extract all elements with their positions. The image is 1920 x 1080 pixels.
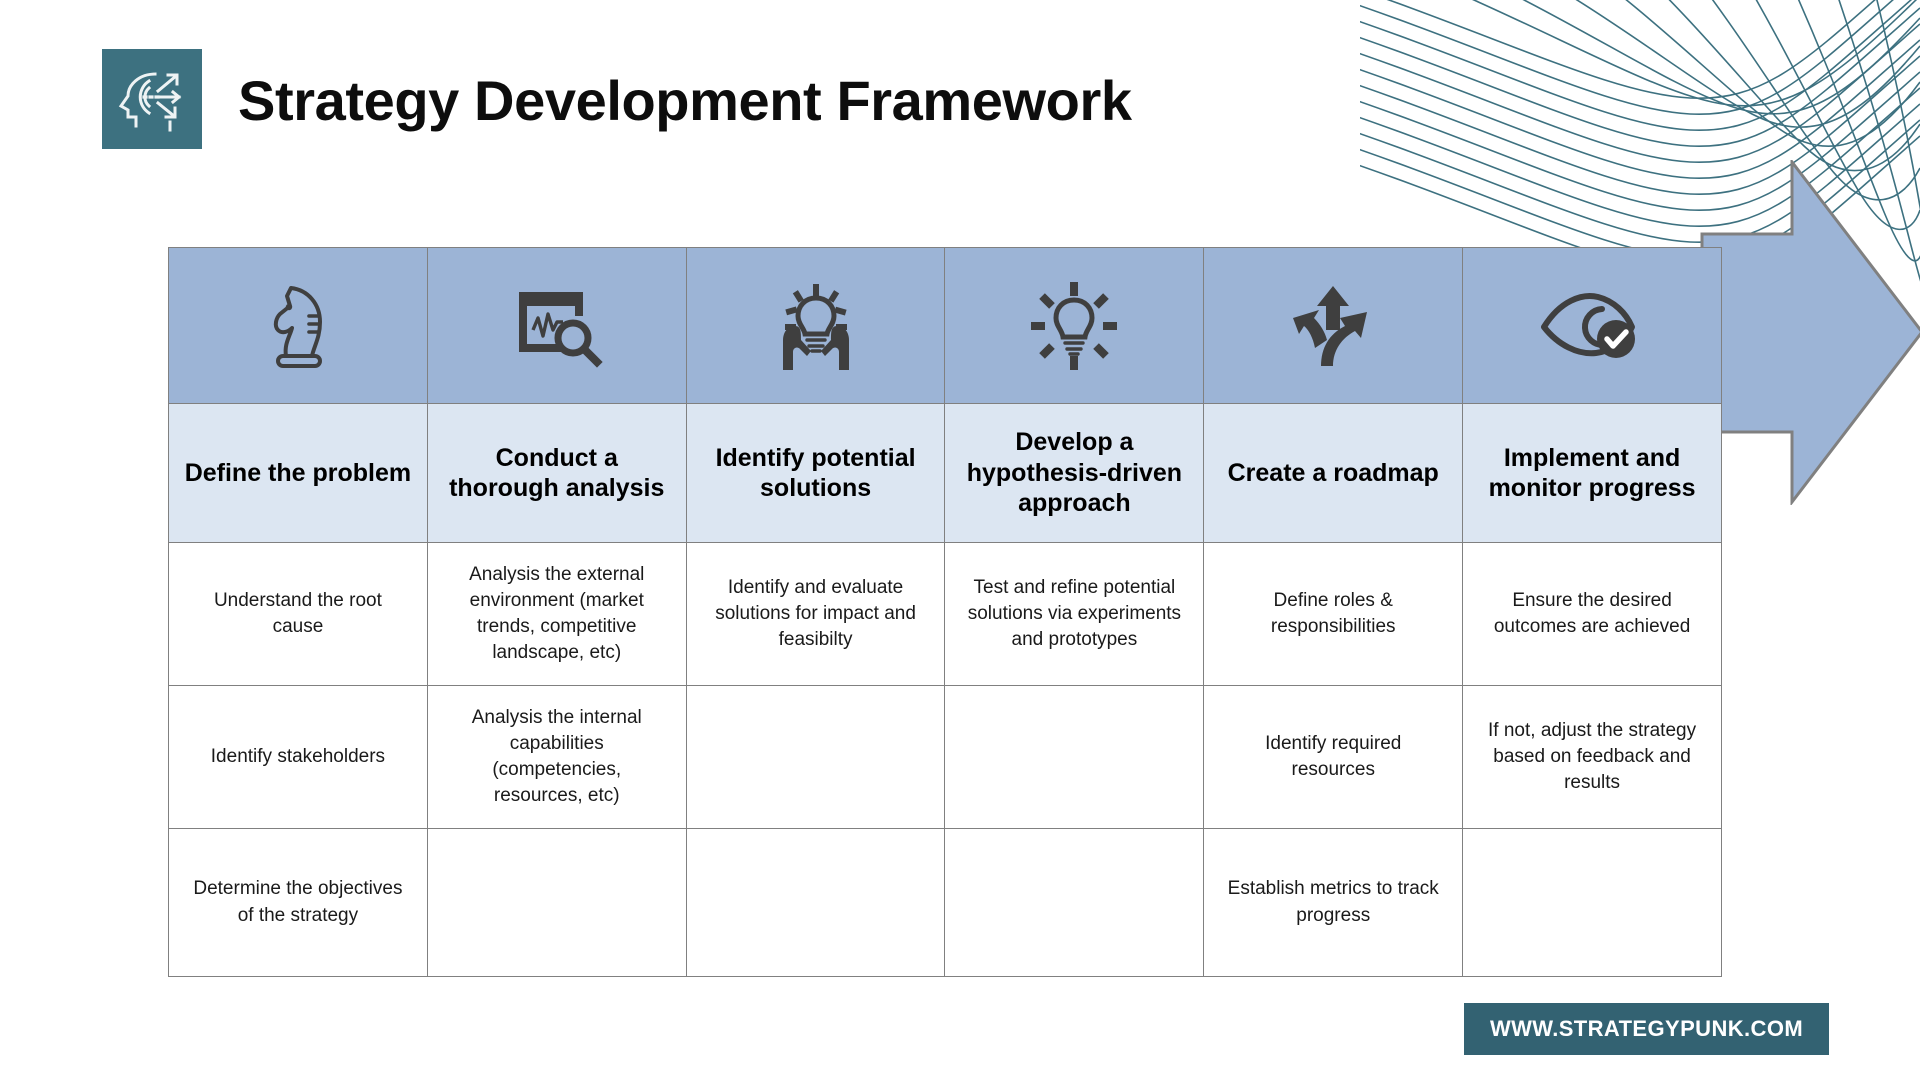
cell-c3-r2 <box>685 685 946 829</box>
column-header-6: Implement and monitor progress <box>1462 403 1722 543</box>
page-header: Strategy Development Framework <box>0 0 1400 190</box>
cell-c1-r2: Identify stakeholders <box>168 685 428 829</box>
column-header-4: Develop a hypothesis-driven approach <box>944 403 1205 543</box>
cell-c4-r3 <box>944 828 1205 977</box>
cell-c4-r2 <box>944 685 1205 829</box>
icon-cell-conduct-a-thorough-analysis <box>426 247 687 404</box>
lightbulb-rays-icon <box>1031 281 1118 370</box>
cell-c6-r2: If not, adjust the strategy based on fee… <box>1462 685 1722 829</box>
cell-c3-r3 <box>685 828 946 977</box>
cell-c1-r3: Determine the objectives of the strategy <box>168 828 428 977</box>
table-row: Determine the objectives of the strategy… <box>168 828 1722 977</box>
icon-cell-create-a-roadmap <box>1203 247 1464 404</box>
three-way-arrows-icon <box>1293 285 1368 366</box>
table-row: Understand the root cause Analysis the e… <box>168 542 1722 686</box>
header-row: Define the problem Conduct a thorough an… <box>168 403 1722 543</box>
column-header-5: Create a roadmap <box>1203 403 1464 543</box>
chess-knight-icon <box>273 285 322 368</box>
right-arrow-shape <box>1700 160 1920 505</box>
cell-c3-r1: Identify and evaluate solutions for impa… <box>685 542 946 686</box>
logo-tile <box>102 49 202 149</box>
chart-magnifier-icon <box>518 291 603 368</box>
icon-cell-implement-and-monitor-progress <box>1462 247 1722 404</box>
eye-check-icon <box>1541 292 1636 358</box>
cell-c2-r2: Analysis the internal capabilities (comp… <box>426 685 687 829</box>
cell-c5-r2: Identify required resources <box>1203 685 1464 829</box>
hands-lightbulb-icon <box>782 283 849 370</box>
column-header-2: Conduct a thorough analysis <box>426 403 687 543</box>
column-header-1: Define the problem <box>168 403 428 543</box>
icon-cell-develop-a-hypothesis-driven-approach <box>944 247 1205 404</box>
cell-c2-r1: Analysis the external environment (marke… <box>426 542 687 686</box>
icon-cell-define-the-problem <box>168 247 428 404</box>
cell-c2-r3 <box>426 828 687 977</box>
cell-c5-r1: Define roles & responsibilities <box>1203 542 1464 686</box>
cell-c6-r3 <box>1462 828 1722 977</box>
cell-c4-r1: Test and refine potential solutions via … <box>944 542 1205 686</box>
column-header-3: Identify potential solutions <box>685 403 946 543</box>
cell-c6-r1: Ensure the desired outcomes are achieved <box>1462 542 1722 686</box>
icon-cell-identify-potential-solutions <box>685 247 946 404</box>
table-row: Identify stakeholders Analysis the inter… <box>168 685 1722 829</box>
framework-table: Define the problem Conduct a thorough an… <box>168 247 1722 977</box>
website-badge[interactable]: WWW.STRATEGYPUNK.COM <box>1464 1003 1829 1055</box>
cell-c1-r1: Understand the root cause <box>168 542 428 686</box>
page-title: Strategy Development Framework <box>238 68 1132 132</box>
icon-row <box>168 247 1722 404</box>
cell-c5-r3: Establish metrics to track progress <box>1203 828 1464 977</box>
head-arrows-icon <box>118 72 182 132</box>
